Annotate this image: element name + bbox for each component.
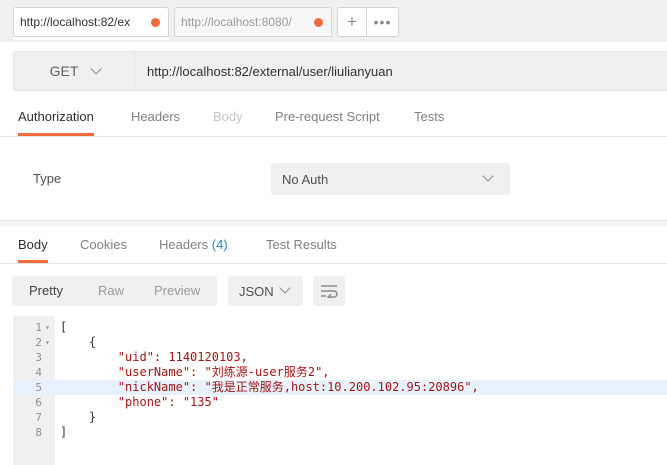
request-tabs: Authorization Headers Body Pre-request S… bbox=[0, 100, 667, 137]
auth-type-select[interactable]: No Auth bbox=[271, 163, 510, 195]
request-tab-1[interactable]: http://localhost:82/ex bbox=[13, 7, 169, 37]
tab-bar: http://localhost:82/ex http://localhost:… bbox=[0, 0, 667, 42]
authorization-panel: Type No Auth bbox=[0, 137, 667, 221]
line-number: 7 bbox=[35, 411, 42, 424]
line-number: 2 bbox=[35, 336, 42, 349]
line-number: 8 bbox=[35, 426, 42, 439]
response-tab-headers[interactable]: Headers (4) bbox=[159, 227, 228, 263]
view-mode-group: Pretty Raw Preview bbox=[12, 276, 217, 306]
preview-button[interactable]: Preview bbox=[154, 276, 200, 306]
request-url-bar: GET http://localhost:82/external/user/li… bbox=[0, 42, 667, 100]
format-select[interactable]: JSON bbox=[228, 276, 303, 306]
line-number: 6 bbox=[35, 396, 42, 409]
line-number: 4 bbox=[35, 366, 42, 379]
code-text: { bbox=[60, 335, 97, 349]
response-tab-body[interactable]: Body bbox=[18, 227, 48, 263]
code-line: 2 ▾ { bbox=[13, 335, 667, 350]
tab-headers[interactable]: Headers bbox=[131, 100, 180, 136]
auth-type-label: Type bbox=[33, 171, 62, 186]
unsaved-dot-icon bbox=[151, 17, 160, 27]
code-line: 6 "phone": "135" bbox=[13, 395, 667, 410]
tab-body[interactable]: Body bbox=[213, 100, 243, 136]
response-toolbar: Pretty Raw Preview JSON bbox=[0, 264, 667, 316]
format-value: JSON bbox=[239, 283, 274, 299]
auth-type-value: No Auth bbox=[282, 171, 329, 187]
line-number: 5 bbox=[35, 381, 42, 394]
request-tab-label: http://localhost:82/ex bbox=[20, 15, 131, 29]
method-label: GET bbox=[49, 63, 79, 79]
more-tabs-button[interactable]: ••• bbox=[366, 7, 399, 37]
code-text: "userName": "刘练源-user服务2", bbox=[60, 365, 330, 379]
url-input[interactable]: http://localhost:82/external/user/liulia… bbox=[134, 51, 667, 91]
wrap-icon bbox=[321, 285, 338, 298]
code-text: } bbox=[60, 410, 97, 424]
tab-authorization[interactable]: Authorization bbox=[18, 100, 94, 136]
code-text: "nickName": "我是正常服务,host:10.200.102.95:2… bbox=[60, 380, 479, 394]
code-line: 8 ] bbox=[13, 425, 667, 440]
response-tab-cookies[interactable]: Cookies bbox=[80, 227, 127, 263]
line-number: 1 bbox=[35, 321, 42, 334]
ellipsis-icon: ••• bbox=[373, 14, 392, 30]
code-line: 7 } bbox=[13, 410, 667, 425]
request-tab-label: http://localhost:8080/ bbox=[181, 15, 292, 29]
chevron-down-icon bbox=[90, 63, 103, 75]
headers-count-badge: (4) bbox=[211, 237, 228, 252]
code-text: [ bbox=[60, 320, 68, 334]
code-text: "phone": "135" bbox=[60, 395, 219, 409]
line-number: 3 bbox=[35, 351, 42, 364]
pretty-button[interactable]: Pretty bbox=[29, 276, 63, 306]
tab-tests[interactable]: Tests bbox=[414, 100, 444, 136]
chevron-down-icon bbox=[482, 170, 494, 182]
code-text: ] bbox=[60, 425, 68, 439]
code-text: "uid": 1140120103, bbox=[60, 350, 248, 364]
unsaved-dot-icon bbox=[314, 17, 323, 27]
active-tab-indicator bbox=[13, 37, 169, 40]
new-tab-button[interactable]: + bbox=[337, 7, 367, 37]
response-tab-test-results[interactable]: Test Results bbox=[266, 227, 337, 263]
fold-arrow-icon[interactable]: ▾ bbox=[45, 335, 50, 350]
fold-arrow-icon[interactable]: ▾ bbox=[45, 320, 50, 335]
request-tab-2[interactable]: http://localhost:8080/ bbox=[174, 7, 332, 37]
wrap-lines-button[interactable] bbox=[313, 276, 345, 306]
code-line: 1 ▾ [ bbox=[13, 320, 667, 335]
code-line: 4 "userName": "刘练源-user服务2", bbox=[13, 365, 667, 380]
raw-button[interactable]: Raw bbox=[98, 276, 124, 306]
method-select[interactable]: GET bbox=[13, 51, 135, 91]
response-tab-headers-label: Headers bbox=[159, 237, 209, 252]
response-body-editor[interactable]: 1 ▾ [ 2 ▾ { 3 "uid": 1140120103, 4 "user… bbox=[13, 316, 667, 465]
response-tabs: Body Cookies Headers (4) Test Results bbox=[0, 227, 667, 264]
chevron-down-icon bbox=[279, 282, 291, 294]
plus-icon: + bbox=[347, 12, 357, 31]
code-line: 3 "uid": 1140120103, bbox=[13, 350, 667, 365]
tab-pre-request-script[interactable]: Pre-request Script bbox=[275, 100, 380, 136]
code-line-highlighted: 5 "nickName": "我是正常服务,host:10.200.102.95… bbox=[13, 380, 667, 395]
